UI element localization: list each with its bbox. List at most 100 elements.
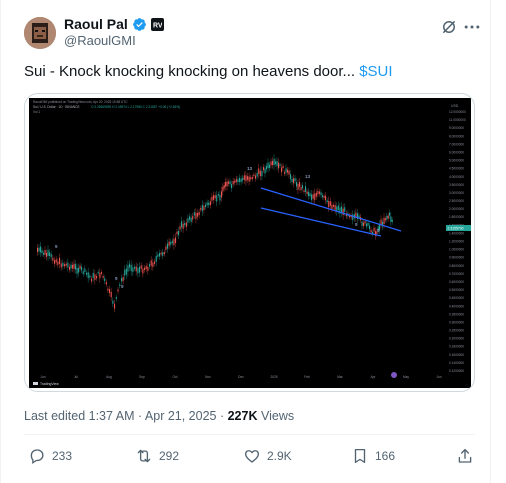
- candle-body: [305, 186, 307, 192]
- reply-icon: [30, 449, 44, 465]
- candle-body: [44, 249, 46, 255]
- candle-body: [82, 271, 84, 274]
- candle-body: [269, 164, 271, 169]
- chart-image[interactable]: RaoulGMI published on TradingView.com, A…: [29, 98, 471, 388]
- x-tick-label: Dec: [238, 375, 244, 379]
- bookmark-icon: [354, 448, 366, 464]
- candle-body: [303, 190, 305, 193]
- views-label: Views: [257, 409, 295, 423]
- candle-body: [97, 271, 99, 274]
- candle-body: [361, 221, 363, 226]
- candle-body: [198, 211, 200, 216]
- candle-body: [229, 181, 231, 185]
- x-tick-label: Nov: [205, 375, 211, 379]
- candle-body: [320, 192, 322, 196]
- more-options-icon[interactable]: [462, 17, 482, 37]
- candle-body: [73, 263, 75, 269]
- candle-body: [144, 267, 146, 271]
- chart-watermark: TradingView: [40, 382, 59, 386]
- share-icon: [458, 448, 472, 463]
- candle-body: [380, 219, 382, 225]
- candle-body: [145, 265, 147, 270]
- candle-body: [383, 217, 385, 224]
- chart-ohlc: O 2.25609599 H 2.45974 L 2.17980 C 2.315…: [91, 105, 180, 109]
- candle-body: [121, 278, 123, 282]
- candle-body: [281, 167, 283, 173]
- candle-body: [99, 272, 101, 279]
- candle-body: [282, 165, 284, 169]
- candle-body: [52, 257, 54, 261]
- candle-body: [175, 237, 177, 243]
- y-tick-label: 2.5000000: [449, 199, 464, 203]
- candle-body: [369, 225, 371, 230]
- edited-timestamp[interactable]: Last edited 1:37 AM · Apr 21, 2025 ·: [24, 409, 228, 423]
- affiliation-badge-icon[interactable]: RV: [150, 17, 164, 31]
- candle-body: [50, 253, 52, 258]
- candle-body: [107, 288, 109, 291]
- candle-body: [170, 241, 172, 245]
- candle-body: [234, 180, 236, 183]
- candle-body: [112, 300, 114, 304]
- candle-body: [219, 194, 221, 201]
- author-handle[interactable]: @RaoulGMI: [64, 33, 136, 48]
- author-name[interactable]: Raoul Pal: [64, 16, 128, 32]
- candle-body: [43, 252, 45, 255]
- candle-body: [296, 182, 298, 187]
- grok-icon[interactable]: [440, 18, 458, 36]
- candle-body: [139, 266, 141, 273]
- candle-body: [94, 274, 96, 281]
- candle-body: [291, 178, 293, 183]
- tweet-media[interactable]: RaoulGMI published on TradingView.com, A…: [24, 93, 475, 392]
- candle-body: [256, 172, 258, 177]
- channel-lower-line: [260, 207, 382, 237]
- y-tick-label: 6.0000000: [449, 150, 464, 154]
- y-tick-label: 4.5000000: [449, 167, 464, 171]
- candle-body: [248, 176, 250, 182]
- candle-body: [49, 252, 51, 256]
- candle-body: [364, 221, 366, 224]
- candle-body: [41, 250, 43, 254]
- timeline-border-right: [490, 0, 491, 483]
- candle-body: [251, 177, 253, 180]
- candle-body: [213, 195, 215, 200]
- candle-body: [226, 181, 228, 187]
- candle-body: [117, 289, 119, 292]
- y-tick-label: 0.4500000: [449, 296, 464, 300]
- y-tick-label: 0.1800000: [449, 345, 464, 349]
- candle-body: [201, 204, 203, 212]
- candle-body: [178, 230, 180, 236]
- candle-body: [288, 170, 290, 175]
- candle-body: [337, 205, 339, 211]
- tradingview-logo: TradingView: [33, 382, 59, 386]
- avatar[interactable]: [24, 17, 56, 49]
- like-count: 2.9K: [267, 449, 292, 463]
- candle-body: [102, 276, 104, 278]
- count-label: 13: [305, 174, 311, 179]
- candle-body: [294, 178, 296, 182]
- candle-body: [46, 252, 48, 257]
- candle-body: [363, 222, 365, 226]
- candle-body: [181, 221, 183, 228]
- candle-body: [87, 272, 89, 279]
- reply-button[interactable]: 233: [28, 447, 72, 465]
- cashtag-link[interactable]: $SUI: [359, 63, 392, 80]
- candle-body: [258, 168, 260, 174]
- bookmark-button[interactable]: 166: [351, 447, 395, 465]
- y-tick-label: 11.0000000: [449, 118, 466, 122]
- like-button[interactable]: 2.9K: [243, 447, 292, 465]
- candle-body: [67, 262, 69, 268]
- repost-button[interactable]: 292: [135, 447, 179, 465]
- candle-body: [200, 208, 202, 210]
- share-button[interactable]: [456, 447, 474, 465]
- affiliation-label: RV: [153, 22, 162, 28]
- candle-body: [222, 186, 224, 192]
- x-tick-label: Jun: [40, 375, 45, 379]
- x-tick-label: Mar: [337, 375, 343, 379]
- candle-body: [76, 267, 78, 274]
- y-tick-label: 0.6000000: [449, 280, 464, 284]
- candle-body: [96, 275, 98, 279]
- y-tick-label: 3.0000000: [449, 191, 464, 195]
- candle-body: [342, 208, 344, 216]
- price-chart: RaoulGMI published on TradingView.com, A…: [33, 100, 471, 386]
- candle-body: [62, 262, 64, 267]
